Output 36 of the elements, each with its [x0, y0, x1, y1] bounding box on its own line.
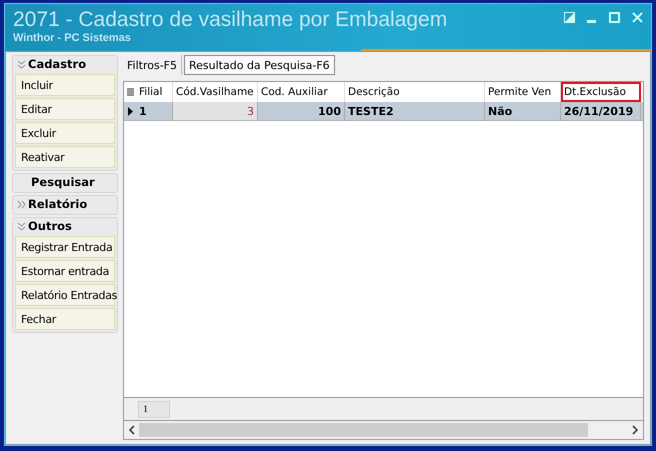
tab[interactable]: Filtros-F5	[123, 55, 182, 75]
chevron-icon[interactable]	[17, 60, 26, 68]
sidebar-button[interactable]: Fechar	[15, 308, 115, 330]
window-title: 2071 - Cadastro de vasilhame por Embalagem	[13, 8, 448, 32]
sidebar-group-header[interactable]: Cadastro	[28, 56, 86, 72]
sidebar-group-header[interactable]: Outros	[28, 218, 72, 234]
close-icon[interactable]	[632, 12, 643, 23]
scrollbar-thumb[interactable]	[139, 423, 588, 437]
sidebar-button[interactable]: Incluir	[15, 74, 115, 96]
maximize-icon[interactable]	[609, 12, 620, 23]
sidebar-button[interactable]: Reativar	[15, 146, 115, 168]
sidebar-group-header[interactable]: Relatório	[28, 196, 88, 212]
row-pointer-icon	[128, 106, 132, 116]
sidebar-button[interactable]: Editar	[15, 98, 115, 120]
table-cell: 26/11/2019	[561, 102, 641, 120]
table-cell: 3	[173, 102, 258, 120]
sidebar-button[interactable]: Excluir	[15, 122, 115, 144]
horizontal-scrollbar[interactable]	[124, 420, 643, 439]
column-header[interactable]: Dt.Exclusão	[561, 82, 641, 102]
sidebar-button[interactable]: Registrar Entrada	[15, 236, 115, 258]
record-count: 1	[138, 400, 170, 418]
table-row[interactable]: 1 3 100 TESTE2 Não 26/11/2019	[124, 102, 643, 121]
window-subtitle: Winthor - PC Sistemas	[13, 32, 132, 44]
sidebar-group-header[interactable]: Pesquisar	[31, 174, 95, 190]
scroll-right-icon[interactable]	[630, 425, 640, 435]
list-icon[interactable]	[126, 88, 134, 96]
table-cell: TESTE2	[345, 102, 485, 120]
sidebar-button[interactable]: Estornar entrada	[15, 260, 115, 282]
chevron-icon[interactable]	[17, 222, 26, 230]
scroll-left-icon[interactable]	[127, 425, 137, 435]
table-cell: Não	[485, 102, 561, 120]
chevron-icon[interactable]	[17, 200, 26, 208]
tab[interactable]: Resultado da Pesquisa-F6	[184, 55, 335, 75]
restore-icon[interactable]	[564, 12, 575, 23]
table-cell: 100	[258, 102, 345, 120]
sidebar-button[interactable]: Relatório Entradas	[15, 284, 115, 306]
